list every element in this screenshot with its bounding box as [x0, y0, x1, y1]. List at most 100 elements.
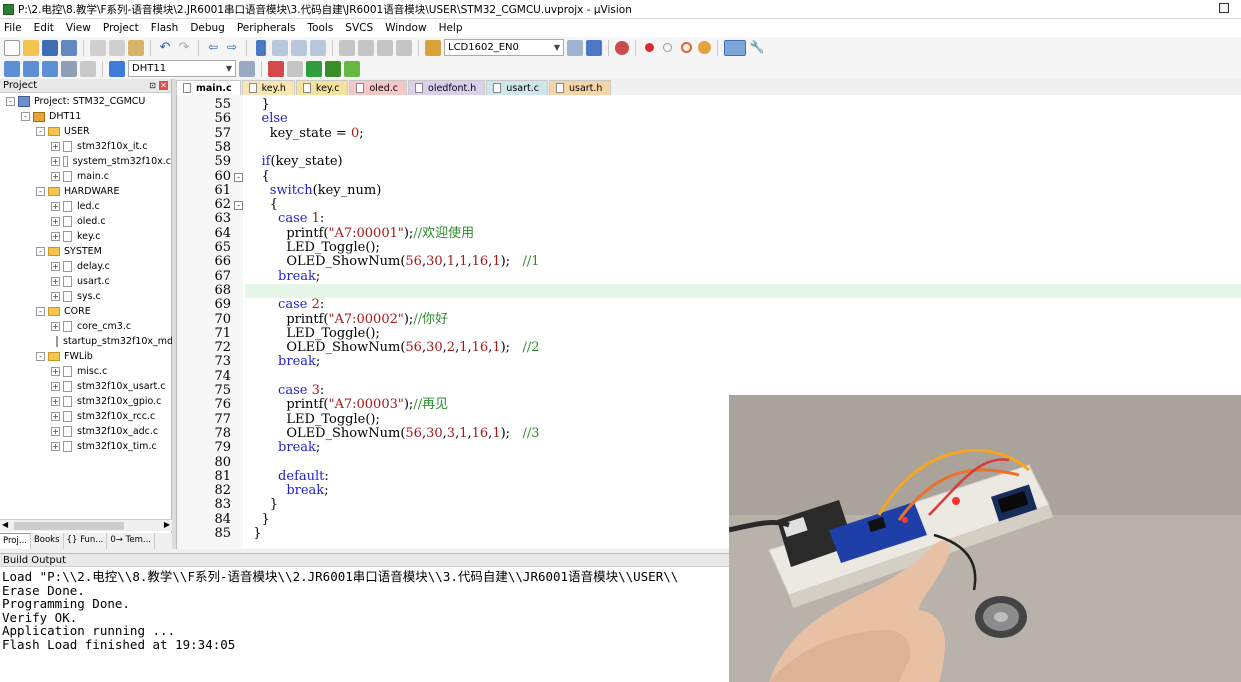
tree-item[interactable]: + main.c: [0, 169, 171, 184]
menu-help[interactable]: Help: [439, 22, 463, 34]
comment-icon[interactable]: [377, 39, 393, 56]
incremental-find-icon[interactable]: [586, 39, 602, 56]
editor-tab[interactable]: key.h: [241, 80, 295, 95]
tree-item[interactable]: + led.c: [0, 199, 171, 214]
menu-tools[interactable]: Tools: [307, 22, 333, 34]
target-combo[interactable]: DHT11 ▼: [128, 60, 236, 77]
code-line[interactable]: 60- {: [177, 169, 1241, 184]
kill-breakpoints-icon[interactable]: [681, 42, 692, 53]
expand-icon[interactable]: +: [51, 442, 60, 451]
scrollbar-thumb[interactable]: [14, 522, 124, 530]
tree-item[interactable]: + delay.c: [0, 259, 171, 274]
expand-icon[interactable]: +: [51, 262, 60, 271]
code-line[interactable]: 58: [177, 140, 1241, 155]
tab-templates[interactable]: 0→ Tem...: [107, 533, 155, 549]
editor-tab[interactable]: oled.c: [349, 80, 408, 95]
next-bookmark-icon[interactable]: [291, 39, 307, 56]
indent-icon[interactable]: [339, 39, 355, 56]
code-line[interactable]: 61 switch(key_num): [177, 183, 1241, 198]
wrench-icon[interactable]: 🔧: [749, 40, 765, 56]
fold-toggle-icon[interactable]: -: [234, 201, 243, 211]
expand-icon[interactable]: +: [51, 292, 60, 301]
new-file-icon[interactable]: [4, 39, 20, 56]
fold-toggle-icon[interactable]: -: [234, 172, 243, 182]
tree-item[interactable]: - Project: STM32_CGMCU: [0, 94, 171, 109]
collapse-icon[interactable]: -: [36, 247, 45, 256]
pin-icon[interactable]: ⊡: [148, 81, 157, 90]
open-file-icon[interactable]: [23, 39, 39, 56]
software-components-icon[interactable]: [344, 60, 360, 77]
tab-functions[interactable]: {} Fun...: [64, 533, 108, 549]
find-combo[interactable]: LCD1602_EN0 ▼: [444, 39, 564, 56]
code-line[interactable]: 67 break;: [177, 269, 1241, 284]
collapse-icon[interactable]: -: [36, 307, 45, 316]
download-icon[interactable]: [109, 60, 125, 77]
expand-icon[interactable]: +: [51, 397, 60, 406]
tab-project[interactable]: Proj...: [0, 533, 31, 549]
editor-tab[interactable]: main.c: [176, 80, 241, 95]
tree-item[interactable]: - HARDWARE: [0, 184, 171, 199]
tree-item[interactable]: + stm32f10x_gpio.c: [0, 394, 171, 409]
tree-item[interactable]: - USER: [0, 124, 171, 139]
editor-tab[interactable]: usart.c: [486, 80, 548, 95]
expand-icon[interactable]: +: [51, 142, 60, 151]
editor-tab[interactable]: usart.h: [548, 80, 612, 95]
menu-view[interactable]: View: [66, 22, 91, 34]
save-icon[interactable]: [42, 39, 58, 56]
tree-item[interactable]: - CORE: [0, 304, 171, 319]
scroll-right-icon[interactable]: ▶: [164, 520, 170, 529]
find-in-files-icon[interactable]: [425, 39, 441, 56]
collapse-icon[interactable]: -: [36, 127, 45, 136]
tree-item[interactable]: + stm32f10x_it.c: [0, 139, 171, 154]
config-icon[interactable]: [698, 41, 711, 54]
menu-project[interactable]: Project: [103, 22, 139, 34]
build-icon[interactable]: [23, 60, 39, 77]
tree-item[interactable]: + oled.c: [0, 214, 171, 229]
tree-item[interactable]: + misc.c: [0, 364, 171, 379]
undo-icon[interactable]: ↶: [157, 40, 173, 56]
navigate-back-icon[interactable]: ⇦: [205, 40, 221, 56]
code-line[interactable]: 63 case 1:: [177, 212, 1241, 227]
uncomment-icon[interactable]: [396, 39, 412, 56]
restore-window-button[interactable]: [1219, 3, 1229, 13]
expand-icon[interactable]: +: [51, 322, 60, 331]
copy-icon[interactable]: [109, 39, 125, 56]
tree-item[interactable]: + stm32f10x_tim.c: [0, 439, 171, 454]
code-line[interactable]: 72 OLED_ShowNum(56,30,2,1,16,1); //2: [177, 340, 1241, 355]
tree-item[interactable]: + system_stm32f10x.c: [0, 154, 171, 169]
run-time-environment-icon[interactable]: [306, 60, 322, 77]
expand-icon[interactable]: +: [51, 412, 60, 421]
redo-icon[interactable]: ↷: [176, 40, 192, 56]
tree-item[interactable]: - SYSTEM: [0, 244, 171, 259]
menu-flash[interactable]: Flash: [151, 22, 179, 34]
code-line[interactable]: 68: [177, 283, 1241, 298]
code-line[interactable]: 74: [177, 369, 1241, 384]
tree-item[interactable]: + key.c: [0, 229, 171, 244]
tab-books[interactable]: Books: [31, 533, 64, 549]
collapse-icon[interactable]: -: [36, 187, 45, 196]
chevron-down-icon[interactable]: ▼: [554, 43, 560, 52]
tree-item[interactable]: + stm32f10x_rcc.c: [0, 409, 171, 424]
project-horizontal-scrollbar[interactable]: ◀ ▶: [0, 519, 172, 531]
menu-file[interactable]: File: [4, 22, 22, 34]
prev-bookmark-icon[interactable]: [272, 39, 288, 56]
tree-item[interactable]: + stm32f10x_usart.c: [0, 379, 171, 394]
translate-icon[interactable]: [4, 60, 20, 77]
code-line[interactable]: 55 }: [177, 97, 1241, 112]
disable-breakpoint-icon[interactable]: [663, 43, 672, 52]
save-all-icon[interactable]: [61, 39, 77, 56]
tree-item[interactable]: + sys.c: [0, 289, 171, 304]
expand-icon[interactable]: +: [51, 277, 60, 286]
select-packs-icon[interactable]: [287, 60, 303, 77]
menu-edit[interactable]: Edit: [34, 22, 54, 34]
expand-icon[interactable]: +: [51, 217, 60, 226]
unindent-icon[interactable]: [358, 39, 374, 56]
stop-build-icon[interactable]: [80, 60, 96, 77]
collapse-icon[interactable]: -: [36, 352, 45, 361]
code-line[interactable]: 69 case 2:: [177, 297, 1241, 312]
tree-item[interactable]: + stm32f10x_adc.c: [0, 424, 171, 439]
expand-icon[interactable]: +: [51, 202, 60, 211]
code-line[interactable]: 62- {: [177, 197, 1241, 212]
window-layout-icon[interactable]: [724, 39, 746, 56]
expand-icon[interactable]: +: [51, 232, 60, 241]
